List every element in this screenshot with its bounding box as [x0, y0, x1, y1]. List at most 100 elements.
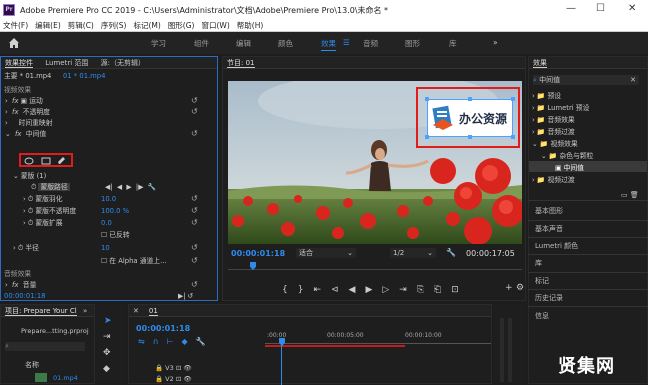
- panel-markers[interactable]: 标记: [535, 276, 549, 286]
- track-select-tool-icon[interactable]: ⇥: [103, 332, 111, 342]
- workspace-overflow[interactable]: »: [493, 38, 498, 47]
- reset-icon[interactable]: ↺: [191, 107, 198, 116]
- mask-path-tracking-controls[interactable]: ◀| ◀ ▶ |▶ 🔧: [105, 182, 156, 193]
- add-button[interactable]: +: [505, 283, 513, 293]
- menu-edit[interactable]: 编辑(E): [35, 20, 61, 32]
- home-icon[interactable]: [8, 37, 20, 49]
- tree-item-presets[interactable]: › 📁 预设: [532, 90, 561, 100]
- opacity-row[interactable]: › fx 不透明度: [5, 107, 50, 118]
- tree-item-audio-effects[interactable]: › 📁 音频效果: [532, 114, 575, 124]
- effect-controls-playback[interactable]: ▶| ↺: [178, 291, 193, 302]
- reset-icon[interactable]: ↺: [191, 280, 198, 289]
- mask-handle[interactable]: [468, 97, 472, 101]
- panel-essential-sound[interactable]: 基本声音: [535, 224, 563, 234]
- reset-icon[interactable]: ↺: [191, 243, 198, 252]
- reset-icon[interactable]: ↺: [191, 256, 198, 265]
- panel-essential-graphics[interactable]: 基本图形: [535, 206, 563, 216]
- panel-lumetri-color[interactable]: Lumetri 颜色: [535, 241, 578, 251]
- tree-item-audio-transitions[interactable]: › 📁 音频过渡: [532, 126, 575, 136]
- workspace-menu-icon[interactable]: ☰: [343, 38, 350, 47]
- panel-libraries[interactable]: 库: [535, 258, 542, 268]
- track-v3[interactable]: 🔒 V3 ⊡ 👁: [155, 364, 192, 372]
- mask-path-row[interactable]: ⏱ 蒙版路径: [31, 182, 70, 193]
- tab-effect-controls[interactable]: 效果控件: [5, 59, 33, 68]
- program-timecode[interactable]: 00:00:01:18: [231, 249, 285, 258]
- menu-window[interactable]: 窗口(W): [201, 20, 229, 32]
- tab-effects[interactable]: 效果: [533, 59, 547, 68]
- tab-project[interactable]: 项目: Prepare Your Cl: [5, 307, 77, 316]
- rectangle-mask-icon[interactable]: [41, 157, 51, 165]
- menu-file[interactable]: 文件(F): [3, 20, 28, 32]
- tab-source[interactable]: 源:（无剪辑）: [101, 59, 145, 67]
- menu-clip[interactable]: 剪辑(C): [68, 20, 94, 32]
- tab-lumetri-scopes[interactable]: Lumetri 范围: [45, 59, 88, 67]
- ellipse-mask-icon[interactable]: [24, 157, 34, 165]
- volume-row[interactable]: › fx 音量: [5, 280, 36, 291]
- settings-wrench-icon[interactable]: 🔧: [446, 248, 456, 257]
- mask-feather-value[interactable]: 10.0: [101, 194, 116, 205]
- tree-item-lumetri-presets[interactable]: › 📁 Lumetri 预设: [532, 102, 589, 112]
- panel-history[interactable]: 历史记录: [535, 293, 563, 303]
- reset-icon[interactable]: ↺: [191, 96, 198, 105]
- menu-sequence[interactable]: 序列(S): [101, 20, 127, 32]
- menu-help[interactable]: 帮助(H): [237, 20, 264, 32]
- tree-item-video-transitions[interactable]: › 📁 视频过渡: [532, 174, 575, 184]
- mask-row[interactable]: ⌄ 蒙版 (1): [13, 171, 46, 182]
- tree-item-median[interactable]: ▣ 中间值: [555, 162, 584, 172]
- inverted-checkbox[interactable]: ☐ 已反转: [101, 230, 130, 241]
- effect-controls-timecode[interactable]: 00:00:01:18: [4, 291, 45, 302]
- mask-handle[interactable]: [425, 97, 429, 101]
- workspace-audio[interactable]: 音频: [363, 38, 378, 49]
- project-overflow[interactable]: »: [83, 307, 87, 315]
- clip-tab-sequence[interactable]: 01 * 01.mp4: [63, 71, 105, 82]
- tab-sequence-01[interactable]: 01: [148, 307, 158, 316]
- maximize-button[interactable]: ☐: [596, 3, 605, 14]
- mask-handle[interactable]: [511, 97, 515, 101]
- workspace-editing[interactable]: 编辑: [236, 38, 251, 49]
- settings-gear-icon[interactable]: ⚙: [516, 283, 524, 293]
- tab-program[interactable]: 节目: 01: [227, 59, 255, 68]
- workspace-color[interactable]: 颜色: [278, 38, 293, 49]
- mask-path-outline[interactable]: [427, 99, 513, 137]
- selection-tool-icon[interactable]: ➤: [104, 316, 112, 326]
- time-remap-row[interactable]: › 时间重映射: [5, 118, 53, 129]
- project-item-01[interactable]: 01.mp4: [53, 374, 78, 382]
- quality-dropdown[interactable]: 1/2 ⌄: [390, 248, 436, 258]
- mask-opacity-value[interactable]: 100.0 %: [101, 206, 129, 217]
- track-v2[interactable]: 🔒 V2 ⊡ 👁: [155, 375, 192, 383]
- pen-mask-icon[interactable]: [57, 156, 67, 165]
- tree-item-video-effects[interactable]: ⌄ 📁 视频效果: [532, 138, 578, 148]
- mask-handle[interactable]: [468, 135, 472, 139]
- reset-icon[interactable]: ↺: [191, 129, 198, 138]
- timeline-ruler[interactable]: [265, 343, 491, 344]
- transport-controls[interactable]: {}⇤⊲◀▶▷⇥⎘⎗⊡: [282, 285, 469, 295]
- effects-search-input[interactable]: ⌕ 中间值 ✕: [533, 75, 639, 85]
- fit-dropdown[interactable]: 适合 ⌄: [296, 248, 356, 258]
- program-time-ruler[interactable]: [228, 262, 522, 270]
- reset-icon[interactable]: ↺: [191, 206, 198, 215]
- ripple-edit-tool-icon[interactable]: ✥: [103, 348, 111, 358]
- workspace-learn[interactable]: 学习: [151, 38, 166, 49]
- timeline-timecode[interactable]: 00:00:01:18: [136, 324, 190, 333]
- name-column-header[interactable]: 名称: [25, 360, 39, 370]
- radius-value[interactable]: 10: [101, 243, 110, 254]
- alpha-channel-checkbox[interactable]: ☐ 在 Alpha 通道上...: [101, 256, 167, 267]
- menu-graphics[interactable]: 图形(G): [168, 20, 195, 32]
- timeline-tool-icons[interactable]: ⇋∩⊢◆🔧: [138, 337, 214, 346]
- project-search-input[interactable]: ⌕: [5, 342, 85, 351]
- new-folder-icon[interactable]: ▭ 🗑: [621, 191, 639, 199]
- workspace-libraries[interactable]: 库: [449, 38, 457, 49]
- clear-search-icon[interactable]: ✕: [630, 75, 636, 85]
- motion-row[interactable]: › fx ▣ 运动: [5, 96, 43, 107]
- mask-handle[interactable]: [511, 135, 515, 139]
- reset-icon[interactable]: ↺: [191, 218, 198, 227]
- tree-item-noise-grain[interactable]: ⌄ 📁 杂色与颗粒: [541, 150, 593, 160]
- work-area-bar[interactable]: [265, 345, 405, 347]
- mask-handle[interactable]: [425, 135, 429, 139]
- clip-tab-master[interactable]: 主要 * 01.mp4: [4, 71, 51, 82]
- tree-item-median-selected[interactable]: [529, 161, 647, 172]
- workspace-assembly[interactable]: 组件: [194, 38, 209, 49]
- reset-icon[interactable]: ↺: [191, 194, 198, 203]
- panel-info[interactable]: 信息: [535, 311, 549, 321]
- razor-tool-icon[interactable]: ◆: [103, 364, 110, 374]
